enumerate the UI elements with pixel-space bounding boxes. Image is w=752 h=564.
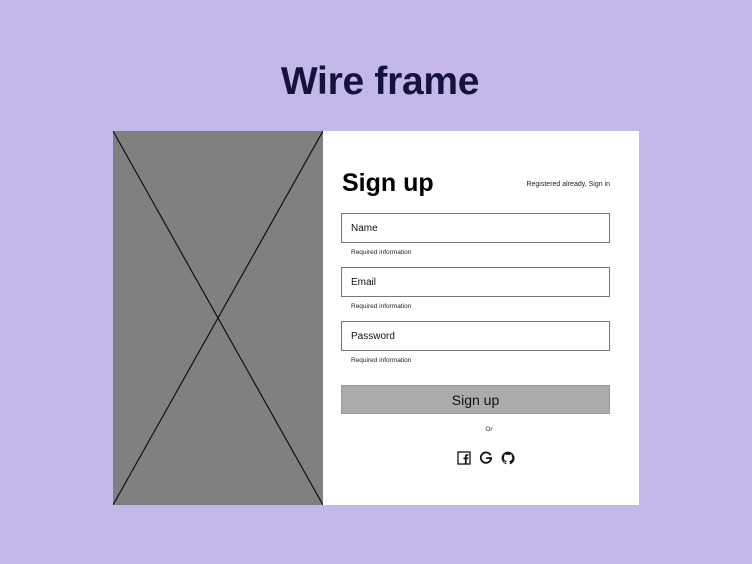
form-title: Sign up [342, 169, 434, 197]
or-divider: Or [485, 426, 493, 433]
email-field[interactable] [341, 267, 610, 297]
placeholder-cross-icon [113, 131, 323, 505]
email-input[interactable] [342, 268, 609, 296]
email-hint: Required information [351, 303, 412, 310]
signup-button[interactable]: Sign up [341, 385, 610, 414]
password-input[interactable] [342, 322, 609, 350]
signin-link[interactable]: Registered already, Sign in [526, 181, 610, 188]
password-hint: Required information [351, 357, 412, 364]
password-field[interactable] [341, 321, 610, 351]
page-title: Wire frame [280, 60, 480, 103]
name-field[interactable] [341, 213, 610, 243]
signup-card: Sign up Registered already, Sign in Requ… [113, 131, 639, 505]
name-hint: Required information [351, 249, 412, 256]
facebook-icon[interactable] [457, 451, 471, 465]
google-icon[interactable] [479, 451, 493, 465]
name-input[interactable] [342, 214, 609, 242]
image-placeholder [113, 131, 323, 505]
github-icon[interactable] [501, 451, 515, 465]
